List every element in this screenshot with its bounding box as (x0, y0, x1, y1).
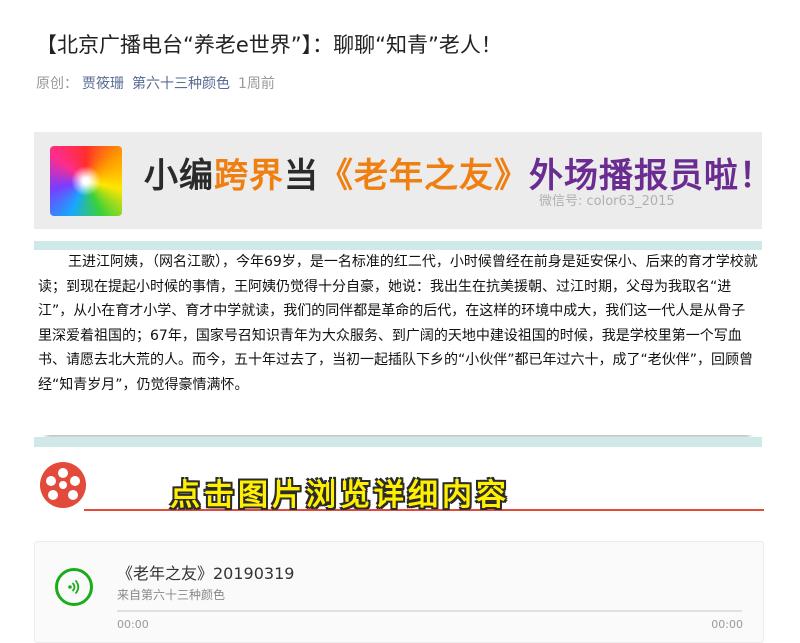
audio-source: 来自第六十三种颜色 (117, 588, 226, 602)
audio-total-time: 00:00 (711, 618, 743, 631)
banner-headline: 小编跨界当《老年之友》外场播报员啦！ (144, 154, 774, 198)
banner-part-3: 当 (284, 156, 319, 196)
author-link[interactable]: 贾筱珊 (82, 76, 124, 92)
rainbow-spiral-icon (50, 146, 122, 216)
article-meta: 原创： 贾筱珊 第六十三种颜色 1周前 (36, 74, 275, 94)
original-label: 原创： (36, 76, 78, 92)
account-link[interactable]: 第六十三种颜色 (132, 76, 230, 92)
banner-part-1: 小编 (144, 156, 214, 196)
sound-wave-icon (68, 580, 80, 594)
article-body-image[interactable]: 王进江阿姨，（网名江歌），今年69岁，是一名标准的红二代，小时候曾经在前身是延安… (34, 250, 762, 435)
divider-bottom (34, 437, 762, 447)
audio-play-button[interactable] (55, 568, 93, 606)
audio-progress-bar[interactable] (117, 610, 742, 612)
audio-current-time: 00:00 (117, 618, 149, 631)
audio-title: 《老年之友》20190319 (117, 564, 295, 583)
banner-part-2: 跨界 (214, 156, 284, 196)
audio-player[interactable]: 《老年之友》20190319 来自第六十三种颜色 00:00 00:00 (34, 541, 764, 643)
banner-part-4: 《老年之友》 (319, 156, 529, 196)
article-title: 【北京广播电台“养老e世界”】：聊聊“知青”老人！ (36, 33, 502, 57)
publish-time: 1周前 (238, 76, 275, 92)
banner-image[interactable]: 小编跨界当《老年之友》外场播报员啦！ 微信号: color63_2015 (34, 132, 773, 229)
film-reel-icon (40, 462, 86, 508)
wechat-watermark: 微信号: color63_2015 (539, 194, 675, 209)
view-details-link[interactable]: 点击图片浏览详细内容 (170, 470, 510, 514)
article-paragraph: 王进江阿姨，（网名江歌），今年69岁，是一名标准的红二代，小时候曾经在前身是延安… (38, 254, 758, 393)
